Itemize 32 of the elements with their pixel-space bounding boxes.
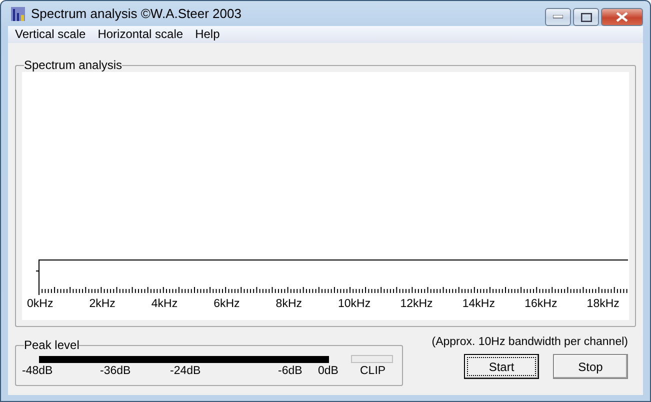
close-icon (616, 12, 628, 22)
frequency-label: 10kHz (338, 298, 371, 310)
window-title: Spectrum analysis ©W.A.Steer 2003 (31, 6, 242, 21)
frequency-label: 16kHz (524, 298, 558, 310)
bandwidth-note: (Approx. 10Hz bandwidth per channel) (432, 336, 628, 348)
decibel-label: -24dB (170, 365, 201, 377)
menu-item[interactable]: Help (190, 26, 225, 43)
maximize-icon (580, 12, 592, 22)
clip-label: CLIP (360, 365, 386, 377)
app-icon (10, 5, 26, 22)
frequency-label: 0kHz (27, 298, 54, 310)
group-title: Spectrum analysis (24, 58, 122, 72)
minimize-button[interactable] (545, 8, 571, 26)
start-button[interactable]: Start (464, 354, 539, 379)
frequency-label: 6kHz (214, 298, 240, 310)
frequency-label: 18kHz (586, 298, 620, 310)
frequency-label: 2kHz (89, 298, 116, 310)
stop-button[interactable]: Stop (553, 354, 628, 379)
menu-item[interactable]: Vertical scale (10, 26, 91, 43)
close-button[interactable] (601, 8, 643, 26)
decibel-label: -48dB (22, 365, 53, 377)
decibel-label: -6dB (278, 365, 302, 377)
decibel-label: -36dB (100, 365, 131, 377)
group-title: Peak level (24, 338, 80, 352)
frequency-label: 4kHz (151, 298, 178, 310)
frequency-label: 12kHz (400, 298, 433, 310)
maximize-button[interactable] (573, 8, 599, 26)
frequency-label: 14kHz (462, 298, 495, 310)
decibel-label: 0dB (318, 365, 338, 377)
frequency-label: 8kHz (276, 298, 302, 310)
minimize-icon (553, 15, 563, 19)
menu-item[interactable]: Horizontal scale (92, 26, 188, 43)
